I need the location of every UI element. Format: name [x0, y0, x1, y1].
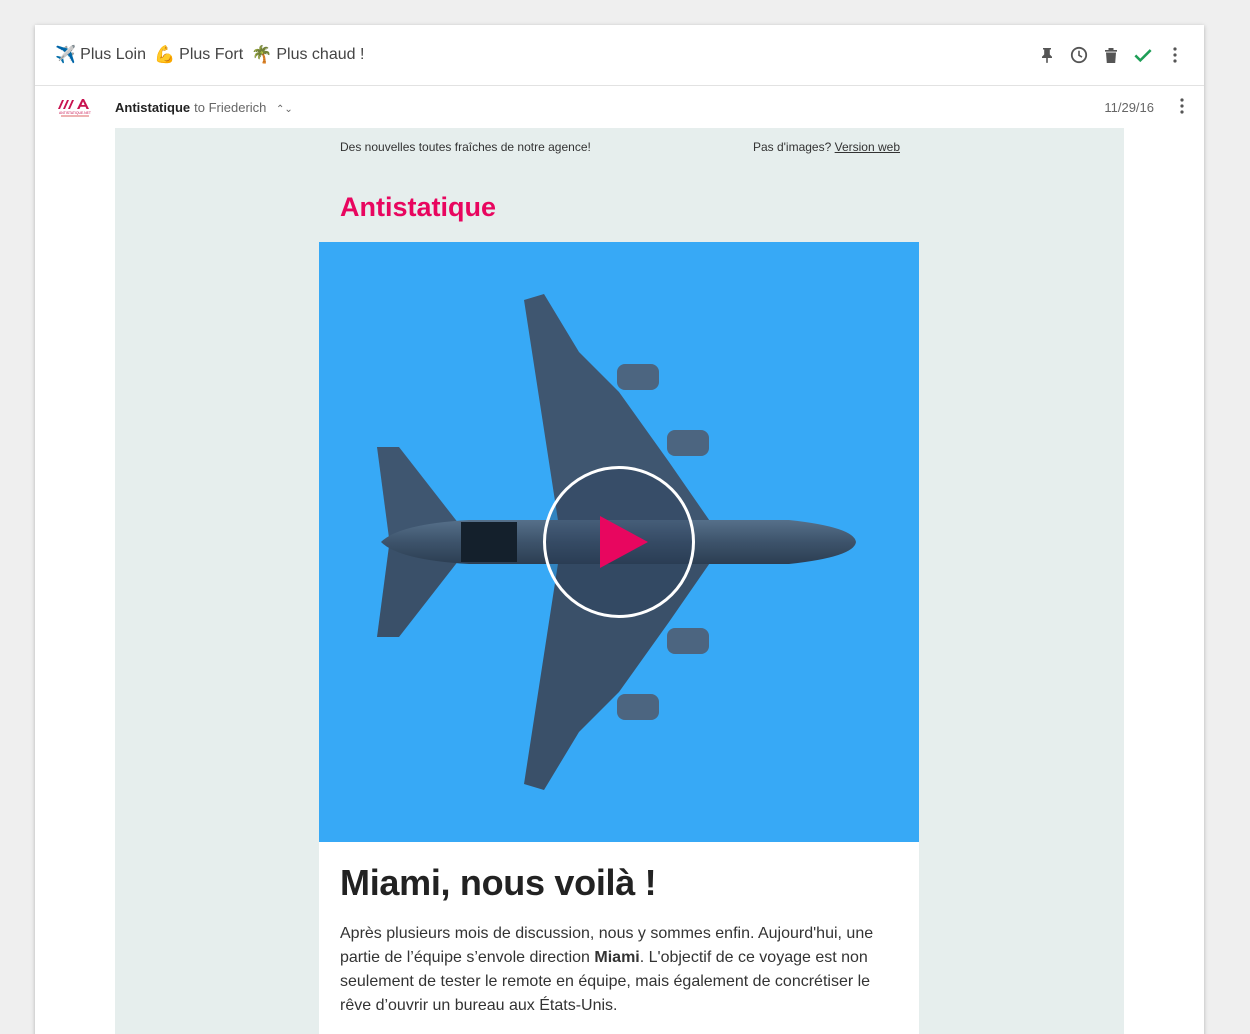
- email-actions: [1038, 46, 1184, 64]
- subject-part: Plus Fort: [179, 46, 244, 63]
- expand-chevron-icon[interactable]: ⌃⌄: [276, 104, 293, 115]
- airplane-emoji: ✈️: [55, 45, 77, 64]
- sender-name: Antistatique: [115, 99, 191, 115]
- flexed-biceps-emoji: 💪: [154, 45, 176, 64]
- preheader-text: Des nouvelles toutes fraîches de notre a…: [340, 140, 591, 154]
- pin-icon[interactable]: [1038, 46, 1056, 64]
- subject-part: Plus Loin: [80, 46, 146, 63]
- check-icon[interactable]: [1134, 46, 1152, 64]
- article-headline: Miami, nous voilà !: [340, 862, 657, 903]
- palm-tree-emoji: 🌴: [251, 45, 273, 64]
- more-icon[interactable]: [1166, 46, 1184, 64]
- to-prefix: to: [194, 99, 205, 115]
- article: Miami, nous voilà ! Après plusieurs mois…: [319, 842, 919, 1034]
- newsletter-body: Des nouvelles toutes fraîches de notre a…: [115, 128, 1124, 1034]
- web-version-link[interactable]: Version web: [835, 140, 900, 154]
- hero-video[interactable]: [319, 242, 919, 842]
- recipient-name: Friederich: [208, 99, 267, 115]
- email-header: ✈️ Plus Loin 💪 Plus Fort 🌴 Plus chaud !: [35, 25, 1204, 86]
- message-meta: ANTISTATIQUE.NET Antistatique to Friederi…: [35, 86, 1204, 128]
- play-button[interactable]: [543, 466, 695, 618]
- preheader: Des nouvelles toutes fraîches de notre a…: [340, 140, 900, 154]
- play-icon: [600, 516, 648, 568]
- brand-logo-text: Antistatique: [340, 192, 497, 222]
- sender-line[interactable]: Antistatique to Friederich ⌃⌄: [115, 100, 293, 115]
- message-more-icon[interactable]: [1180, 98, 1184, 119]
- no-images-text: Pas d'images? Version web: [752, 140, 900, 154]
- email-subject: ✈️ Plus Loin 💪 Plus Fort 🌴 Plus chaud !: [55, 45, 364, 65]
- message-date: 11/29/16: [1104, 99, 1154, 115]
- clock-icon[interactable]: [1070, 46, 1088, 64]
- article-paragraph: Après plusieurs mois de discussion, nous…: [340, 925, 874, 1014]
- avatar-wordmark: ANTISTATIQUE.NET: [59, 111, 91, 115]
- avatar: ANTISTATIQUE.NET: [55, 87, 95, 127]
- email-window: ✈️ Plus Loin 💪 Plus Fort 🌴 Plus chaud !: [35, 25, 1204, 1034]
- subject-part: Plus chaud !: [276, 46, 365, 63]
- trash-icon[interactable]: [1102, 46, 1120, 64]
